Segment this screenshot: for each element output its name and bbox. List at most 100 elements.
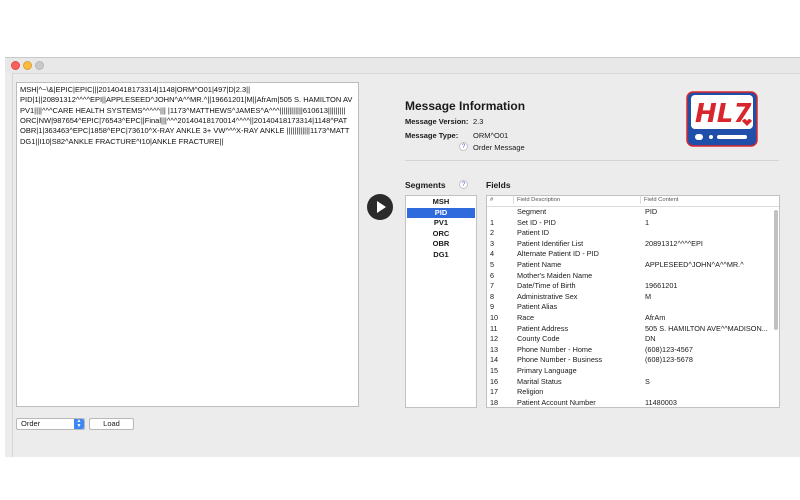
message-type-description: Order Message (473, 143, 525, 152)
field-content-cell: M (645, 291, 652, 301)
field-description-cell: Patient Identifier List (517, 238, 584, 248)
message-line: ORC|NW|987654^EPIC|76543^EPC||Final|||^^… (20, 115, 348, 125)
close-window-button[interactable] (11, 61, 20, 70)
chevron-up-down-icon: ▲ ▼ (74, 419, 84, 429)
table-row[interactable]: 7 Date/Time of Birth 19661201 (487, 281, 775, 292)
message-type-select[interactable]: Order ▲ ▼ (16, 418, 85, 430)
table-row[interactable]: 16 Marital Status S (487, 377, 775, 388)
field-description-cell: Patient ID (517, 228, 550, 238)
field-content-cell: APPLESEED^JOHN^A^^MR.^ (645, 260, 744, 269)
field-description-cell: Phone Number - Business (517, 355, 603, 365)
field-number-cell: 10 (490, 313, 499, 322)
play-parse-button[interactable] (367, 194, 393, 220)
message-line: PID|1||20891312^^^^EPI||APPLESEED^JOHN^A… (20, 95, 353, 105)
table-row[interactable]: Segment PID (487, 207, 775, 218)
column-header-content[interactable]: Field Content (640, 196, 678, 204)
field-content-cell: S (645, 376, 650, 386)
message-version-value: 2.3 (473, 117, 484, 126)
table-row[interactable]: 9 Patient Alias (487, 302, 775, 313)
field-content-cell: 11480003 (645, 397, 677, 407)
table-row[interactable]: 15 Primary Language (487, 366, 775, 377)
message-type-help-icon[interactable]: ? (459, 142, 468, 151)
message-type-select-value: Order (21, 419, 41, 428)
field-description-cell: Alternate Patient ID - PID (517, 249, 599, 259)
segment-item-pid[interactable]: PID (407, 207, 475, 218)
table-row[interactable]: 3 Patient Identifier List 20891312^^^^EPI (487, 239, 775, 250)
column-header-description[interactable]: Field Description (513, 196, 560, 204)
field-number-cell: 14 (490, 355, 499, 365)
title-bar (5, 58, 800, 74)
message-version-label: Message Version: (405, 117, 469, 126)
fields-table-header: # Field Description Field Content (487, 196, 779, 207)
message-line: DG1||I10|S82^ANKLE FRACTURE^I10|ANKLE FR… (20, 136, 224, 146)
message-line: OBR|1|363463^EPC|1858^EPC|73610^X-RAY AN… (20, 126, 350, 136)
segment-item-obr[interactable]: OBR (407, 239, 475, 249)
message-text-area[interactable]: MSH|^~\&|EPIC|EPIC|||20140418173314|1148… (16, 82, 359, 407)
minimize-window-button[interactable] (23, 61, 32, 70)
table-row[interactable]: 12 County Code DN (487, 334, 775, 345)
field-content-cell: 20891312^^^^EPI (645, 238, 703, 248)
table-row[interactable]: 6 Mother's Maiden Name (487, 271, 775, 282)
field-number-cell: 1 (490, 217, 495, 227)
field-description-cell: Segment (517, 207, 547, 216)
field-description-cell: Date/Time of Birth (517, 281, 576, 291)
field-content-cell: DN (645, 334, 656, 344)
table-row[interactable]: 13 Phone Number - Home (608)123-4567 (487, 345, 775, 356)
table-row[interactable]: 14 Phone Number - Business (608)123-5678 (487, 355, 775, 366)
zoom-window-button[interactable] (35, 61, 44, 70)
field-content-cell: AfrAm (645, 313, 666, 322)
table-row[interactable]: 17 Religion (487, 387, 775, 398)
field-description-cell: Patient Alias (517, 302, 558, 312)
table-row[interactable]: 2 Patient ID (487, 228, 775, 239)
message-type-value: ORM^O01 (473, 131, 509, 140)
segments-title: Segments (405, 180, 446, 190)
field-description-cell: Phone Number - Home (517, 344, 593, 354)
field-number-cell: 13 (490, 344, 499, 354)
segment-item-pv1[interactable]: PV1 (407, 218, 475, 228)
field-number-cell: 2 (490, 228, 495, 238)
field-number-cell: 18 (490, 397, 499, 407)
column-header-number[interactable]: # (490, 197, 493, 203)
segment-item-dg1[interactable]: DG1 (407, 250, 475, 260)
fields-table[interactable]: # Field Description Field Content Segmen… (486, 195, 780, 408)
field-number-cell: 17 (490, 387, 499, 397)
segment-item-msh[interactable]: MSH (407, 197, 475, 207)
table-row[interactable]: 5 Patient Name APPLESEED^JOHN^A^^MR.^ (487, 260, 775, 271)
field-description-cell: Patient Account Number (517, 397, 596, 407)
field-description-cell: County Code (517, 334, 560, 344)
table-row[interactable]: 8 Administrative Sex M (487, 292, 775, 303)
field-description-cell: Primary Language (517, 366, 577, 375)
segments-list[interactable]: MSH PID PV1 ORC OBR DG1 (405, 195, 477, 408)
field-number-cell: 4 (490, 249, 495, 259)
field-description-cell: Set ID - PID (517, 217, 556, 227)
segment-item-orc[interactable]: ORC (407, 229, 475, 239)
field-number-cell: 15 (490, 366, 499, 375)
message-info-title: Message Information (405, 99, 526, 113)
field-content-cell: 505 S. HAMILTON AVE^^MADISON... (645, 323, 768, 333)
svg-text:HL7: HL7 (695, 99, 752, 129)
table-row[interactable]: 11 Patient Address 505 S. HAMILTON AVE^^MA… (487, 324, 775, 335)
field-description-cell: Mother's Maiden Name (517, 270, 593, 280)
field-number-cell: 11 (490, 323, 498, 333)
field-description-cell: Marital Status (517, 376, 562, 386)
field-number-cell: 9 (490, 302, 495, 312)
table-row[interactable]: 1 Set ID - PID 1 (487, 218, 775, 229)
table-row[interactable]: 4 Alternate Patient ID - PID (487, 249, 775, 260)
field-content-cell: 1 (645, 217, 650, 227)
info-divider (405, 160, 779, 161)
field-number-cell: 6 (490, 270, 495, 280)
load-button[interactable]: Load (89, 418, 134, 430)
table-row[interactable]: 18 Patient Account Number 11480003 (487, 397, 775, 407)
field-content-cell: (608)123-5678 (645, 355, 693, 365)
field-content-cell: PID (645, 207, 658, 216)
table-row[interactable]: 10 Race AfrAm (487, 313, 775, 324)
segments-help-icon[interactable]: ? (459, 180, 468, 189)
field-number-cell: 3 (490, 238, 495, 248)
field-number-cell: 7 (490, 281, 495, 291)
play-icon (377, 201, 386, 213)
message-line: MSH|^~\&|EPIC|EPIC|||20140418173314|1148… (20, 85, 251, 94)
field-number-cell: 12 (490, 334, 499, 344)
hl7-logo: HL7 (686, 91, 758, 147)
message-line: PV1||||^^^CARE HEALTH SYSTEMS^^^^^||| |1… (20, 105, 346, 115)
field-content-cell: (608)123-4567 (645, 344, 693, 354)
